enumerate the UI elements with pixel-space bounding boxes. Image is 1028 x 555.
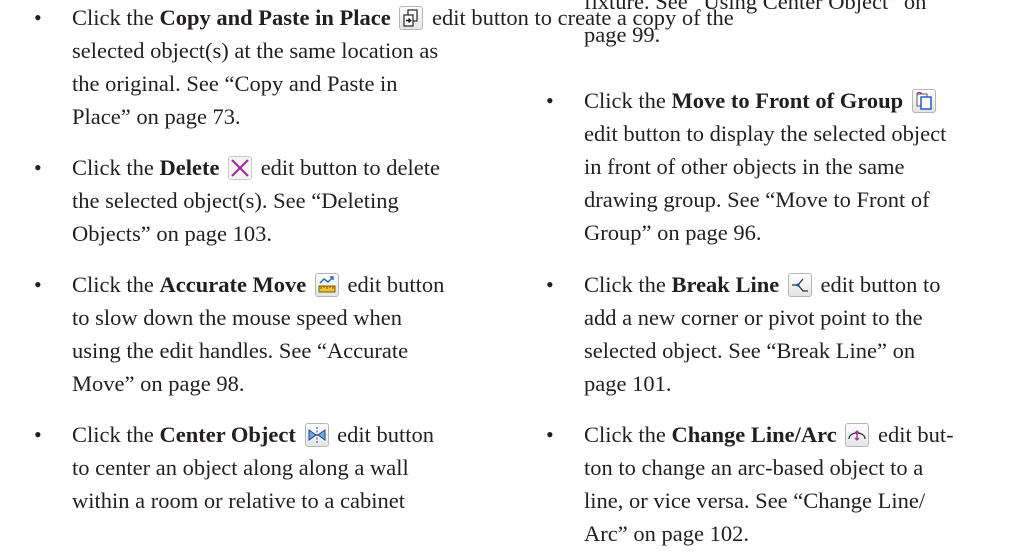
list-item-line: fixture. See “Using Center Object” on: [584, 0, 927, 14]
list-item-line: Group” on page 96.: [584, 220, 762, 245]
bullet: •: [34, 422, 42, 447]
button-name: Copy and Paste in Place: [159, 5, 391, 30]
list-item-line: within a room or relative to a cabinet: [72, 488, 406, 513]
list-item-line: selected object(s) at the same location …: [72, 38, 439, 63]
bullet: •: [546, 272, 554, 297]
list-item-line: drawing group. See “Move to Front of: [584, 187, 930, 212]
text: Click the: [72, 155, 160, 180]
list-item-line: edit button to display the selected obje…: [584, 121, 947, 146]
text: Click the: [72, 5, 160, 30]
list-item-first-line: Click the Delete edit button to delete: [72, 153, 440, 183]
list-item-line: Place” on page 73.: [72, 104, 241, 129]
change-line-arc-icon: [845, 423, 870, 447]
bullet: •: [34, 5, 42, 30]
move-to-front-of-group-icon: [911, 89, 936, 113]
list-item-line: the selected object(s). See “Deleting: [72, 188, 399, 213]
list-item-line: page 101.: [584, 371, 672, 396]
break-line-icon: [787, 273, 812, 297]
list-item-first-line: Click the Accurate Move edit button: [72, 270, 444, 300]
list-item-line: to center an object along along a wall: [72, 455, 409, 480]
text: Click the: [72, 272, 160, 297]
text: edit button to delete: [255, 155, 441, 180]
list-item-line: in front of other objects in the same: [584, 154, 905, 179]
list-item-line: Arc” on page 102.: [584, 521, 749, 546]
text: edit but-: [872, 422, 954, 447]
list-item-line: the original. See “Copy and Paste in: [72, 71, 398, 96]
list-item-line: add a new corner or pivot point to the: [584, 305, 923, 330]
text: edit button to: [814, 272, 941, 297]
text: Click the: [72, 422, 160, 447]
list-item-first-line: Click the Center Object edit button: [72, 420, 434, 450]
center-object-icon: [304, 423, 329, 447]
list-item-line: to slow down the mouse speed when: [72, 305, 402, 330]
list-item-first-line: Click the Move to Front of Group: [584, 86, 939, 116]
text: edit button: [331, 422, 435, 447]
copy-paste-in-place-icon: [399, 6, 424, 30]
text: Click the: [584, 88, 672, 113]
bullet: •: [546, 422, 554, 447]
bullet: •: [546, 88, 554, 113]
button-name: Delete: [159, 155, 220, 180]
list-item-first-line: Click the Change Line/Arc edit but-: [584, 420, 954, 450]
list-item-line: using the edit handles. See “Accurate: [72, 338, 409, 363]
list-item-first-line: Click the Break Line edit button to: [584, 270, 940, 300]
list-item-line: line, or vice versa. See “Change Line/: [584, 488, 926, 513]
button-name: Break Line: [671, 272, 780, 297]
list-item-line: Move” on page 98.: [72, 371, 245, 396]
accurate-move-icon: [314, 273, 339, 297]
button-name: Center Object: [159, 422, 296, 447]
button-name: Change Line/Arc: [671, 422, 837, 447]
button-name: Accurate Move: [159, 272, 307, 297]
list-item-line: ton to change an arc-based object to a: [584, 455, 924, 480]
list-item-line: selected object. See “Break Line” on: [584, 338, 916, 363]
text: Click the: [584, 272, 672, 297]
text: edit button: [341, 272, 445, 297]
list-item-line: Objects” on page 103.: [72, 221, 272, 246]
delete-icon: [228, 156, 253, 180]
button-name: Move to Front of Group: [671, 88, 904, 113]
list-item-line: page 99.: [584, 22, 661, 47]
bullet: •: [34, 272, 42, 297]
text: Click the: [584, 422, 672, 447]
bullet: •: [34, 155, 42, 180]
